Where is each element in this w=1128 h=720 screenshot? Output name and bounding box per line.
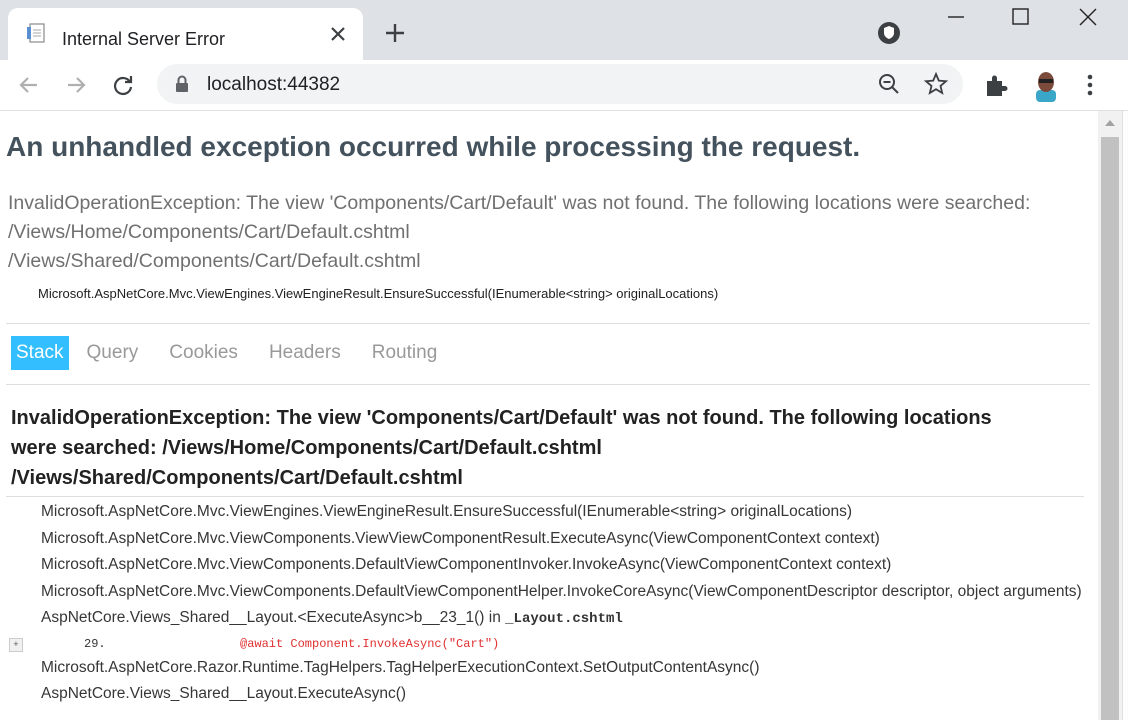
- maximize-icon[interactable]: [998, 4, 1042, 32]
- divider: [6, 496, 1084, 497]
- divider: [6, 384, 1090, 385]
- error-message: InvalidOperationException: The view 'Com…: [8, 189, 1093, 276]
- scroll-up-arrow-icon[interactable]: [1105, 120, 1115, 126]
- tab-stack[interactable]: Stack: [11, 336, 69, 370]
- error-message-line: /Views/Shared/Components/Cart/Default.cs…: [8, 250, 421, 272]
- tab-query[interactable]: Query: [82, 336, 144, 370]
- scrollbar-thumb[interactable]: [1101, 137, 1119, 720]
- frame-method: AspNetCore.Views_Shared__Layout.<Execute…: [41, 609, 506, 626]
- frame-file: _Layout.cshtml: [505, 611, 623, 627]
- tab-headers[interactable]: Headers: [264, 336, 346, 370]
- stack-frame[interactable]: Microsoft.AspNetCore.Mvc.ViewComponents.…: [0, 526, 1090, 553]
- forward-arrow-icon[interactable]: [61, 70, 91, 100]
- stack-frame[interactable]: AspNetCore.Views_Shared__Layout.ExecuteA…: [0, 681, 1090, 708]
- vertical-scrollbar[interactable]: [1098, 111, 1122, 720]
- zoom-out-icon[interactable]: [877, 72, 901, 96]
- source-code-line: + 29. @await Component.InvokeAsync("Cart…: [0, 633, 1090, 655]
- stack-frame[interactable]: Microsoft.AspNetCore.Mvc.ViewComponents.…: [0, 552, 1090, 579]
- back-arrow-icon[interactable]: [14, 70, 44, 100]
- more-menu-icon[interactable]: [1078, 72, 1102, 98]
- minimize-icon[interactable]: [934, 4, 978, 32]
- close-window-icon[interactable]: [1066, 4, 1110, 32]
- code-text: @await Component.InvokeAsync("Cart"): [240, 636, 500, 651]
- new-tab-icon[interactable]: [382, 20, 408, 46]
- error-location: Microsoft.AspNetCore.Mvc.ViewEngines.Vie…: [38, 286, 719, 301]
- stack-frames: Microsoft.AspNetCore.Mvc.ViewEngines.Vie…: [0, 499, 1090, 708]
- page-title: An unhandled exception occurred while pr…: [6, 131, 861, 162]
- background-window-edge: [1122, 111, 1128, 720]
- stack-frame[interactable]: AspNetCore.Views_Shared__Layout.<Execute…: [0, 605, 1090, 633]
- error-message-line: InvalidOperationException: The view 'Com…: [8, 192, 1031, 214]
- document-icon: [27, 23, 45, 43]
- avatar[interactable]: [1031, 68, 1061, 102]
- error-tabs: Stack Query Cookies Headers Routing: [11, 336, 463, 374]
- shield-icon[interactable]: [876, 20, 902, 46]
- line-number: 29.: [84, 636, 106, 651]
- stack-frame[interactable]: Microsoft.AspNetCore.Mvc.ViewEngines.Vie…: [0, 499, 1090, 526]
- stack-heading-line: /Views/Shared/Components/Cart/Default.cs…: [11, 467, 463, 489]
- browser-toolbar: localhost:44382: [0, 60, 1128, 111]
- stack-frame[interactable]: Microsoft.AspNetCore.Mvc.ViewComponents.…: [0, 579, 1090, 606]
- lock-icon[interactable]: [173, 74, 191, 94]
- browser-tab[interactable]: Internal Server Error: [8, 8, 363, 60]
- tab-title: Internal Server Error: [62, 29, 226, 49]
- stack-heading: InvalidOperationException: The view 'Com…: [11, 403, 1081, 493]
- reload-icon[interactable]: [108, 70, 138, 100]
- extensions-icon[interactable]: [983, 72, 1009, 98]
- stack-heading-line: InvalidOperationException: The view 'Com…: [11, 407, 992, 429]
- address-bar[interactable]: localhost:44382: [157, 64, 963, 104]
- close-tab-icon[interactable]: [326, 22, 350, 46]
- tab-strip: Internal Server Error: [0, 0, 1128, 60]
- page-content: An unhandled exception occurred while pr…: [0, 111, 1098, 720]
- stack-frame[interactable]: Microsoft.AspNetCore.Razor.Runtime.TagHe…: [0, 655, 1090, 682]
- tab-cookies[interactable]: Cookies: [164, 336, 243, 370]
- expand-icon[interactable]: +: [9, 637, 23, 652]
- error-message-line: /Views/Home/Components/Cart/Default.csht…: [8, 221, 410, 243]
- bookmark-star-icon[interactable]: [923, 71, 949, 97]
- stack-heading-line: were searched: /Views/Home/Components/Ca…: [11, 437, 602, 459]
- url-text[interactable]: localhost:44382: [207, 74, 340, 96]
- divider: [6, 323, 1090, 324]
- tab-routing[interactable]: Routing: [367, 336, 443, 370]
